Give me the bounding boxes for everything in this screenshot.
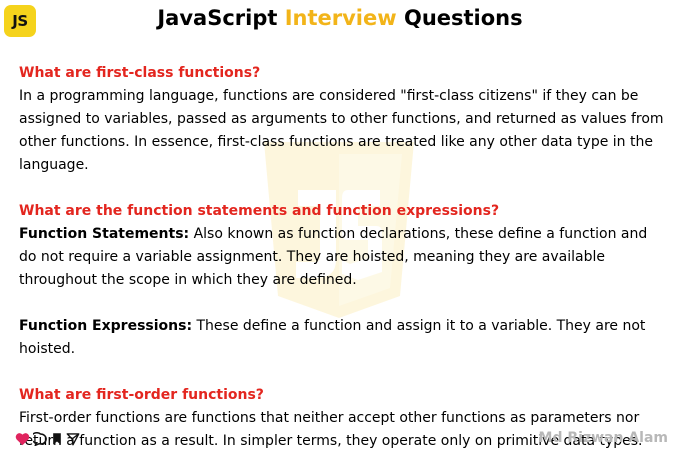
question-heading: What are first-order functions? <box>19 387 264 403</box>
answer-paragraph: Function Expressions: These define a fun… <box>19 315 669 361</box>
comment-icon[interactable] <box>33 432 48 446</box>
social-actions <box>15 431 80 447</box>
page-title: JavaScript Interview Questions <box>0 5 680 31</box>
answer-paragraph: Function Statements: Also known as funct… <box>19 223 669 292</box>
question-heading: What are the function statements and fun… <box>19 203 500 219</box>
title-part-2: Questions <box>396 6 523 30</box>
author-signature: Md Rizwan Alam <box>538 430 668 446</box>
share-icon[interactable] <box>66 432 80 446</box>
bookmark-icon[interactable] <box>51 432 63 446</box>
term-function-expressions: Function Expressions: <box>19 318 193 334</box>
title-highlight: Interview <box>284 6 397 30</box>
term-function-statements: Function Statements: <box>19 226 190 242</box>
article-body: What are first-class functions? In a pro… <box>19 62 669 453</box>
question-heading: What are first-class functions? <box>19 65 261 81</box>
heart-icon[interactable] <box>15 432 30 446</box>
title-part-1: JavaScript <box>157 6 285 30</box>
answer-paragraph: In a programming language, functions are… <box>19 88 664 173</box>
